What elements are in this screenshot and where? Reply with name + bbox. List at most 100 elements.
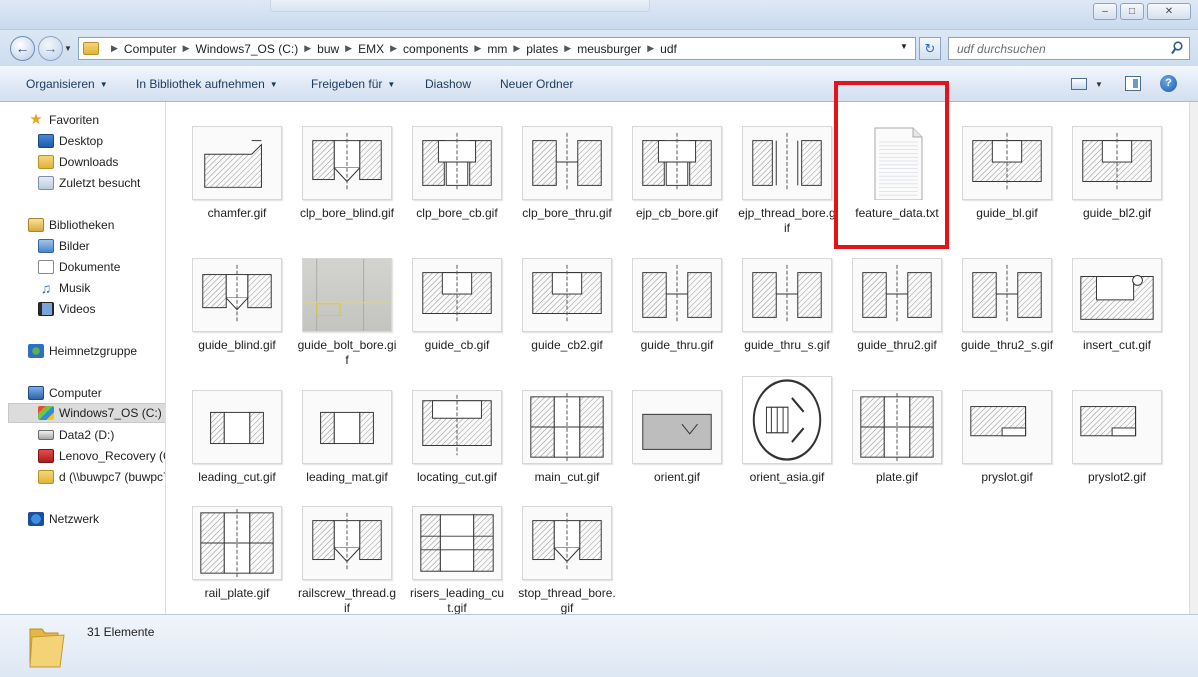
file-item[interactable]: clp_bore_thru.gif <box>517 126 617 254</box>
nav-libraries[interactable]: Bibliotheken <box>28 215 114 235</box>
nav-videos[interactable]: Videos <box>38 299 95 319</box>
nav-network-drive[interactable]: d (\\buwpc7 (buwpc7 <box>38 467 166 487</box>
forward-button[interactable]: → <box>38 36 63 61</box>
file-item[interactable]: pryslot2.gif <box>1067 390 1167 518</box>
file-item[interactable]: guide_thru_s.gif <box>737 258 837 386</box>
address-history-dropdown[interactable]: ▼ <box>900 42 908 51</box>
nav-drive-c[interactable]: Windows7_OS (C:) <box>8 403 165 423</box>
nav-recent[interactable]: Zuletzt besucht <box>38 173 140 193</box>
chevron-right-icon[interactable]: ▶ <box>111 43 118 54</box>
file-item[interactable]: orient_asia.gif <box>737 376 837 518</box>
file-item[interactable]: guide_blind.gif <box>187 258 287 386</box>
chevron-right-icon[interactable]: ▶ <box>304 43 311 54</box>
breadcrumb-item[interactable]: ▶ udf <box>641 42 677 56</box>
file-item[interactable]: rail_plate.gif <box>187 506 287 614</box>
share-menu[interactable]: Freigeben für ▼ <box>311 77 395 91</box>
new-folder-button[interactable]: Neuer Ordner <box>500 77 573 91</box>
nav-recovery[interactable]: Lenovo_Recovery (Q <box>38 446 165 466</box>
nav-network[interactable]: Netzwerk <box>28 509 99 529</box>
search-icon[interactable] <box>1171 41 1183 55</box>
breadcrumb[interactable]: ▶ Computer ▶ Windows7_OS (C:) ▶ buw ▶ EMX ▶ compo… <box>78 37 916 60</box>
breadcrumb-item[interactable]: ▶ meusburger <box>558 42 641 56</box>
file-item[interactable]: feature_data.txt <box>847 126 947 254</box>
file-item[interactable]: pryslot.gif <box>957 390 1057 518</box>
breadcrumb-item[interactable]: ▶ components <box>384 42 468 56</box>
nav-favorites[interactable]: ★ Favoriten <box>28 110 99 130</box>
file-item[interactable]: leading_mat.gif <box>297 390 397 518</box>
file-item[interactable]: clp_bore_blind.gif <box>297 126 397 254</box>
file-name: chamfer.gif <box>207 206 267 220</box>
file-name: ejp_cb_bore.gif <box>635 206 719 220</box>
file-item[interactable]: guide_bl2.gif <box>1067 126 1167 254</box>
file-name: clp_bore_thru.gif <box>522 206 612 220</box>
file-item[interactable]: plate.gif <box>847 390 947 518</box>
breadcrumb-item[interactable]: ▶ mm <box>468 42 507 56</box>
nav-pictures[interactable]: Bilder <box>38 236 90 256</box>
breadcrumb-item[interactable]: ▶ buw <box>298 42 339 56</box>
chevron-right-icon[interactable]: ▶ <box>390 43 397 54</box>
file-item[interactable]: guide_cb.gif <box>407 258 507 386</box>
chevron-right-icon[interactable]: ▶ <box>474 43 481 54</box>
file-item[interactable]: risers_leading_cut.gif <box>407 506 507 614</box>
include-library-menu[interactable]: In Bibliothek aufnehmen ▼ <box>136 77 278 91</box>
file-item[interactable]: railscrew_thread.gif <box>297 506 397 614</box>
file-item[interactable]: insert_cut.gif <box>1067 258 1167 386</box>
file-item[interactable]: guide_thru2.gif <box>847 258 947 386</box>
file-item[interactable]: ejp_thread_bore.gif <box>737 126 837 254</box>
chevron-right-icon[interactable]: ▶ <box>647 43 654 54</box>
nav-drive-d[interactable]: Data2 (D:) <box>38 425 114 445</box>
recent-pages-dropdown[interactable]: ▼ <box>64 44 72 53</box>
breadcrumb-item[interactable]: ▶ EMX <box>339 42 384 56</box>
breadcrumb-item[interactable]: ▶ plates <box>507 42 558 56</box>
minimize-button[interactable]: – <box>1093 3 1117 20</box>
search-box[interactable] <box>948 37 1190 60</box>
nav-desktop[interactable]: Desktop <box>38 131 103 151</box>
file-name: guide_thru_s.gif <box>744 338 830 352</box>
maximize-button[interactable]: □ <box>1120 3 1144 20</box>
back-button[interactable]: ← <box>10 36 35 61</box>
file-item[interactable]: ejp_cb_bore.gif <box>627 126 727 254</box>
chevron-right-icon[interactable]: ▶ <box>564 43 571 54</box>
preview-pane-icon[interactable] <box>1125 76 1141 91</box>
file-item[interactable]: guide_thru.gif <box>627 258 727 386</box>
nav-homegroup[interactable]: Heimnetzgruppe <box>28 341 137 361</box>
nav-documents[interactable]: Dokumente <box>38 257 120 277</box>
search-input[interactable] <box>949 38 1159 59</box>
help-icon[interactable]: ? <box>1160 75 1177 92</box>
file-item[interactable]: chamfer.gif <box>187 126 287 254</box>
file-item[interactable]: guide_bl.gif <box>957 126 1057 254</box>
nav-label: d (\\buwpc7 (buwpc7 <box>59 470 166 484</box>
file-item[interactable]: leading_cut.gif <box>187 390 287 518</box>
file-item[interactable]: guide_cb2.gif <box>517 258 617 386</box>
file-item[interactable]: main_cut.gif <box>517 390 617 518</box>
file-item[interactable]: guide_thru2_s.gif <box>957 258 1057 386</box>
nav-label: Windows7_OS (C:) <box>59 406 162 420</box>
nav-downloads[interactable]: Downloads <box>38 152 118 172</box>
nav-music[interactable]: ♫ Musik <box>38 278 91 298</box>
nav-computer[interactable]: Computer <box>28 383 102 403</box>
vertical-scrollbar[interactable] <box>1189 102 1198 614</box>
file-item[interactable]: orient.gif <box>627 390 727 518</box>
breadcrumb-item[interactable]: ▶ Computer <box>105 42 177 56</box>
file-item[interactable]: locating_cut.gif <box>407 390 507 518</box>
refresh-button[interactable]: ↻ <box>919 37 941 60</box>
organise-menu[interactable]: Organisieren ▼ <box>26 77 108 91</box>
close-button[interactable]: ✕ <box>1147 3 1191 20</box>
breadcrumb-label: Windows7_OS (C:) <box>195 41 299 56</box>
change-view-icon[interactable] <box>1071 78 1087 90</box>
slideshow-button[interactable]: Diashow <box>425 77 471 91</box>
file-name: guide_blind.gif <box>198 338 276 352</box>
file-name: guide_thru2_s.gif <box>960 338 1054 352</box>
breadcrumb-item[interactable]: ▶ Windows7_OS (C:) <box>177 42 299 56</box>
music-note-icon: ♫ <box>40 280 52 296</box>
image-thumbnail <box>1072 258 1162 332</box>
image-thumbnail <box>192 126 282 200</box>
file-item[interactable]: clp_bore_cb.gif <box>407 126 507 254</box>
image-thumbnail <box>742 258 832 332</box>
chevron-right-icon[interactable]: ▶ <box>183 43 190 54</box>
view-options-dropdown[interactable]: ▼ <box>1095 80 1103 89</box>
chevron-right-icon[interactable]: ▶ <box>513 43 520 54</box>
chevron-right-icon[interactable]: ▶ <box>345 43 352 54</box>
file-item[interactable]: guide_bolt_bore.gif <box>297 258 397 386</box>
file-item[interactable]: stop_thread_bore.gif <box>517 506 617 614</box>
